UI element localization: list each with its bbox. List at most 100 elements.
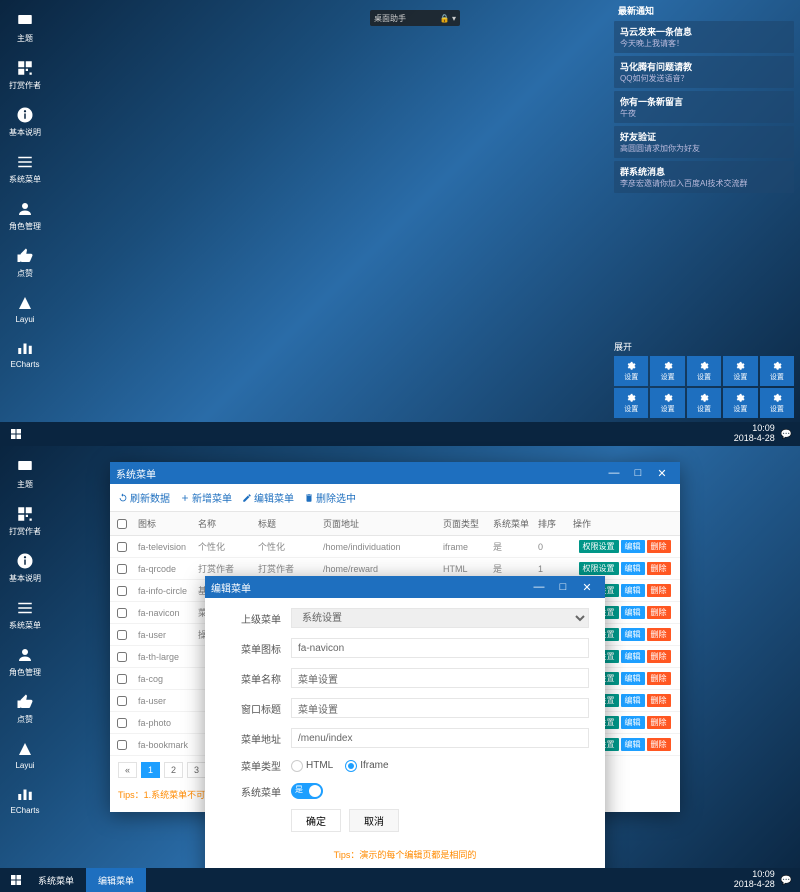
- system-switch[interactable]: 是: [291, 783, 323, 799]
- delete-button[interactable]: 删除: [647, 606, 671, 619]
- sidebar-item-info[interactable]: 基本说明: [9, 102, 41, 141]
- tile-settings[interactable]: 设置: [614, 388, 648, 418]
- tile-settings[interactable]: 设置: [650, 356, 684, 386]
- dialog-maximize-button[interactable]: □: [551, 576, 575, 598]
- delete-button[interactable]: 删除: [647, 716, 671, 729]
- tile-settings[interactable]: 设置: [760, 388, 794, 418]
- radio-iframe[interactable]: Iframe: [345, 760, 388, 772]
- add-button[interactable]: 新增菜单: [180, 490, 232, 505]
- start-button[interactable]: [6, 424, 26, 444]
- row-checkbox[interactable]: [117, 542, 127, 552]
- page-2[interactable]: 2: [164, 762, 183, 778]
- url-input[interactable]: [291, 728, 589, 748]
- name-input[interactable]: [291, 668, 589, 688]
- cancel-button[interactable]: 取消: [349, 809, 399, 832]
- sidebar-item-users[interactable]: 角色管理: [9, 196, 41, 235]
- sidebar-item-users[interactable]: 角色管理: [9, 642, 41, 681]
- delete-button[interactable]: 删除: [647, 738, 671, 751]
- tile-settings[interactable]: 设置: [760, 356, 794, 386]
- notification-item[interactable]: 群系统消息李彦宏邀请你加入百度AI技术交流群: [614, 161, 794, 193]
- qrcode-icon: [15, 58, 35, 78]
- delete-button[interactable]: 删除选中: [304, 490, 356, 505]
- taskbar-task-system-menu[interactable]: 系统菜单: [26, 868, 86, 892]
- row-checkbox[interactable]: [117, 586, 127, 596]
- page-«[interactable]: «: [118, 762, 137, 778]
- edit-button[interactable]: 编辑: [621, 650, 645, 663]
- notification-item[interactable]: 你有一条新留言午夜: [614, 91, 794, 123]
- icon-input[interactable]: [291, 638, 589, 658]
- perm-button[interactable]: 权限设置: [579, 562, 619, 575]
- edit-button[interactable]: 编辑: [621, 628, 645, 641]
- delete-button[interactable]: 删除: [647, 584, 671, 597]
- sidebar-item-chart[interactable]: ECharts: [11, 335, 40, 372]
- notification-item[interactable]: 马云发来一条信息今天晚上我请客！: [614, 21, 794, 53]
- edit-button[interactable]: 编辑: [621, 694, 645, 707]
- edit-button[interactable]: 编辑: [621, 606, 645, 619]
- edit-button[interactable]: 编辑: [621, 584, 645, 597]
- desktop-widget[interactable]: 桌面助手 🔒 ▾: [370, 10, 460, 26]
- select-all-checkbox[interactable]: [117, 519, 127, 529]
- edit-button[interactable]: 编辑: [621, 672, 645, 685]
- wintitle-input[interactable]: [291, 698, 589, 718]
- notification-item[interactable]: 马化腾有问题请教QQ如何发送语音？: [614, 56, 794, 88]
- window-maximize-button[interactable]: □: [626, 462, 650, 484]
- dialog-close-button[interactable]: ✕: [575, 576, 599, 598]
- delete-button[interactable]: 删除: [647, 694, 671, 707]
- row-checkbox[interactable]: [117, 696, 127, 706]
- sidebar-item-desktop[interactable]: 主题: [15, 454, 35, 493]
- delete-button[interactable]: 删除: [647, 562, 671, 575]
- ok-button[interactable]: 确定: [291, 809, 341, 832]
- row-checkbox[interactable]: [117, 718, 127, 728]
- tile-settings[interactable]: 设置: [687, 388, 721, 418]
- taskbar-task-edit-menu[interactable]: 编辑菜单: [86, 868, 146, 892]
- tile-settings[interactable]: 设置: [723, 388, 757, 418]
- window-titlebar[interactable]: 系统菜单 — □ ✕: [110, 462, 680, 484]
- sidebar-item-layui[interactable]: Layui: [15, 290, 35, 327]
- perm-button[interactable]: 权限设置: [579, 540, 619, 553]
- chat-icon[interactable]: 💬: [781, 429, 792, 440]
- window-minimize-button[interactable]: —: [602, 462, 626, 484]
- tile-settings[interactable]: 设置: [614, 356, 648, 386]
- refresh-button[interactable]: 刷新数据: [118, 490, 170, 505]
- row-checkbox[interactable]: [117, 674, 127, 684]
- qrcode-icon: [15, 504, 35, 524]
- sidebar-item-desktop[interactable]: 主题: [15, 8, 35, 47]
- tile-settings[interactable]: 设置: [723, 356, 757, 386]
- edit-button[interactable]: 编辑: [621, 716, 645, 729]
- page-3[interactable]: 3: [187, 762, 206, 778]
- sidebar-item-bars[interactable]: 系统菜单: [9, 149, 41, 188]
- sidebar-item-layui[interactable]: Layui: [15, 736, 35, 773]
- row-checkbox[interactable]: [117, 608, 127, 618]
- window-close-button[interactable]: ✕: [650, 462, 674, 484]
- row-checkbox[interactable]: [117, 564, 127, 574]
- sidebar-item-qrcode[interactable]: 打赏作者: [9, 55, 41, 94]
- edit-button[interactable]: 编辑菜单: [242, 490, 294, 505]
- sidebar-item-thumb[interactable]: 点赞: [15, 689, 35, 728]
- tile-settings[interactable]: 设置: [650, 388, 684, 418]
- edit-button[interactable]: 编辑: [621, 540, 645, 553]
- delete-button[interactable]: 删除: [647, 672, 671, 685]
- sidebar-item-thumb[interactable]: 点赞: [15, 243, 35, 282]
- sidebar-item-qrcode[interactable]: 打赏作者: [9, 501, 41, 540]
- parent-select[interactable]: 系统设置: [291, 608, 589, 628]
- page-1[interactable]: 1: [141, 762, 160, 778]
- sidebar-item-bars[interactable]: 系统菜单: [9, 595, 41, 634]
- delete-button[interactable]: 删除: [647, 650, 671, 663]
- delete-button[interactable]: 删除: [647, 628, 671, 641]
- radio-html[interactable]: HTML: [291, 760, 333, 772]
- row-checkbox[interactable]: [117, 630, 127, 640]
- chat-icon[interactable]: 💬: [781, 875, 792, 886]
- dialog-minimize-button[interactable]: —: [527, 576, 551, 598]
- sidebar-item-chart[interactable]: ECharts: [11, 781, 40, 818]
- notification-item[interactable]: 好友验证高圆圆请求加你为好友: [614, 126, 794, 158]
- delete-button[interactable]: 删除: [647, 540, 671, 553]
- desktop-icon: [15, 457, 35, 477]
- dialog-titlebar[interactable]: 编辑菜单 — □ ✕: [205, 576, 605, 598]
- edit-button[interactable]: 编辑: [621, 738, 645, 751]
- edit-button[interactable]: 编辑: [621, 562, 645, 575]
- sidebar-item-info[interactable]: 基本说明: [9, 548, 41, 587]
- row-checkbox[interactable]: [117, 740, 127, 750]
- start-button[interactable]: [6, 870, 26, 890]
- tile-settings[interactable]: 设置: [687, 356, 721, 386]
- row-checkbox[interactable]: [117, 652, 127, 662]
